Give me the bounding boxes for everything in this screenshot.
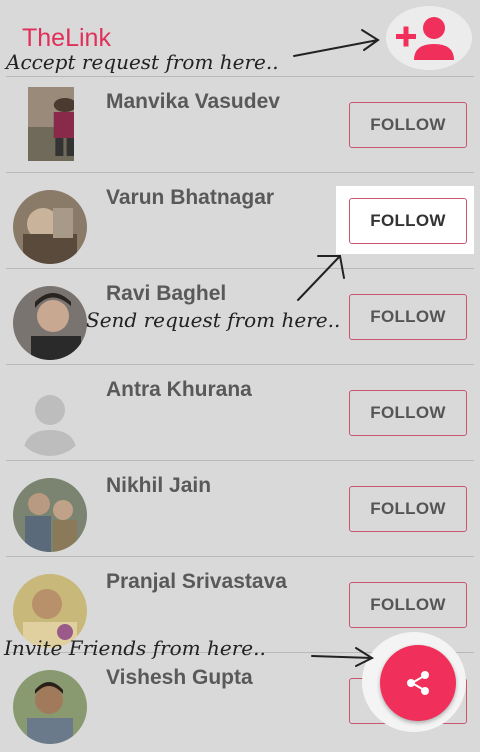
annotation-send: Send request from here.. [86,308,341,332]
avatar [13,190,87,264]
avatar [13,286,87,360]
avatar [13,382,87,456]
list-item: Manvika Vasudev FOLLOW [0,77,480,173]
app-title: TheLink [22,24,111,52]
add-person-icon [396,17,454,60]
annotation-accept: Accept request from here.. [6,50,279,74]
person-name: Antra Khurana [106,378,252,401]
avatar [28,87,74,161]
follow-button[interactable]: FOLLOW [349,294,467,340]
follow-button[interactable]: FOLLOW [349,582,467,628]
list-item: Varun Bhatnagar FOLLOW [0,173,480,269]
avatar [13,478,87,552]
follow-button[interactable]: FOLLOW [349,198,467,244]
person-name: Vishesh Gupta [106,666,253,689]
share-icon [407,671,429,695]
person-name: Nikhil Jain [106,474,212,497]
annotation-invite: Invite Friends from here.. [4,636,266,660]
avatar [13,670,87,744]
list-item: Nikhil Jain FOLLOW [0,461,480,557]
list-item: Antra Khurana FOLLOW [0,365,480,461]
follow-button[interactable]: FOLLOW [349,486,467,532]
follow-button[interactable]: FOLLOW [349,102,467,148]
person-name: Pranjal Srivastava [106,570,287,593]
person-name: Varun Bhatnagar [106,186,275,209]
person-name: Manvika Vasudev [106,90,280,113]
follow-button[interactable]: FOLLOW [349,390,467,436]
person-name: Ravi Baghel [106,282,227,305]
share-fab-button[interactable] [380,645,456,721]
